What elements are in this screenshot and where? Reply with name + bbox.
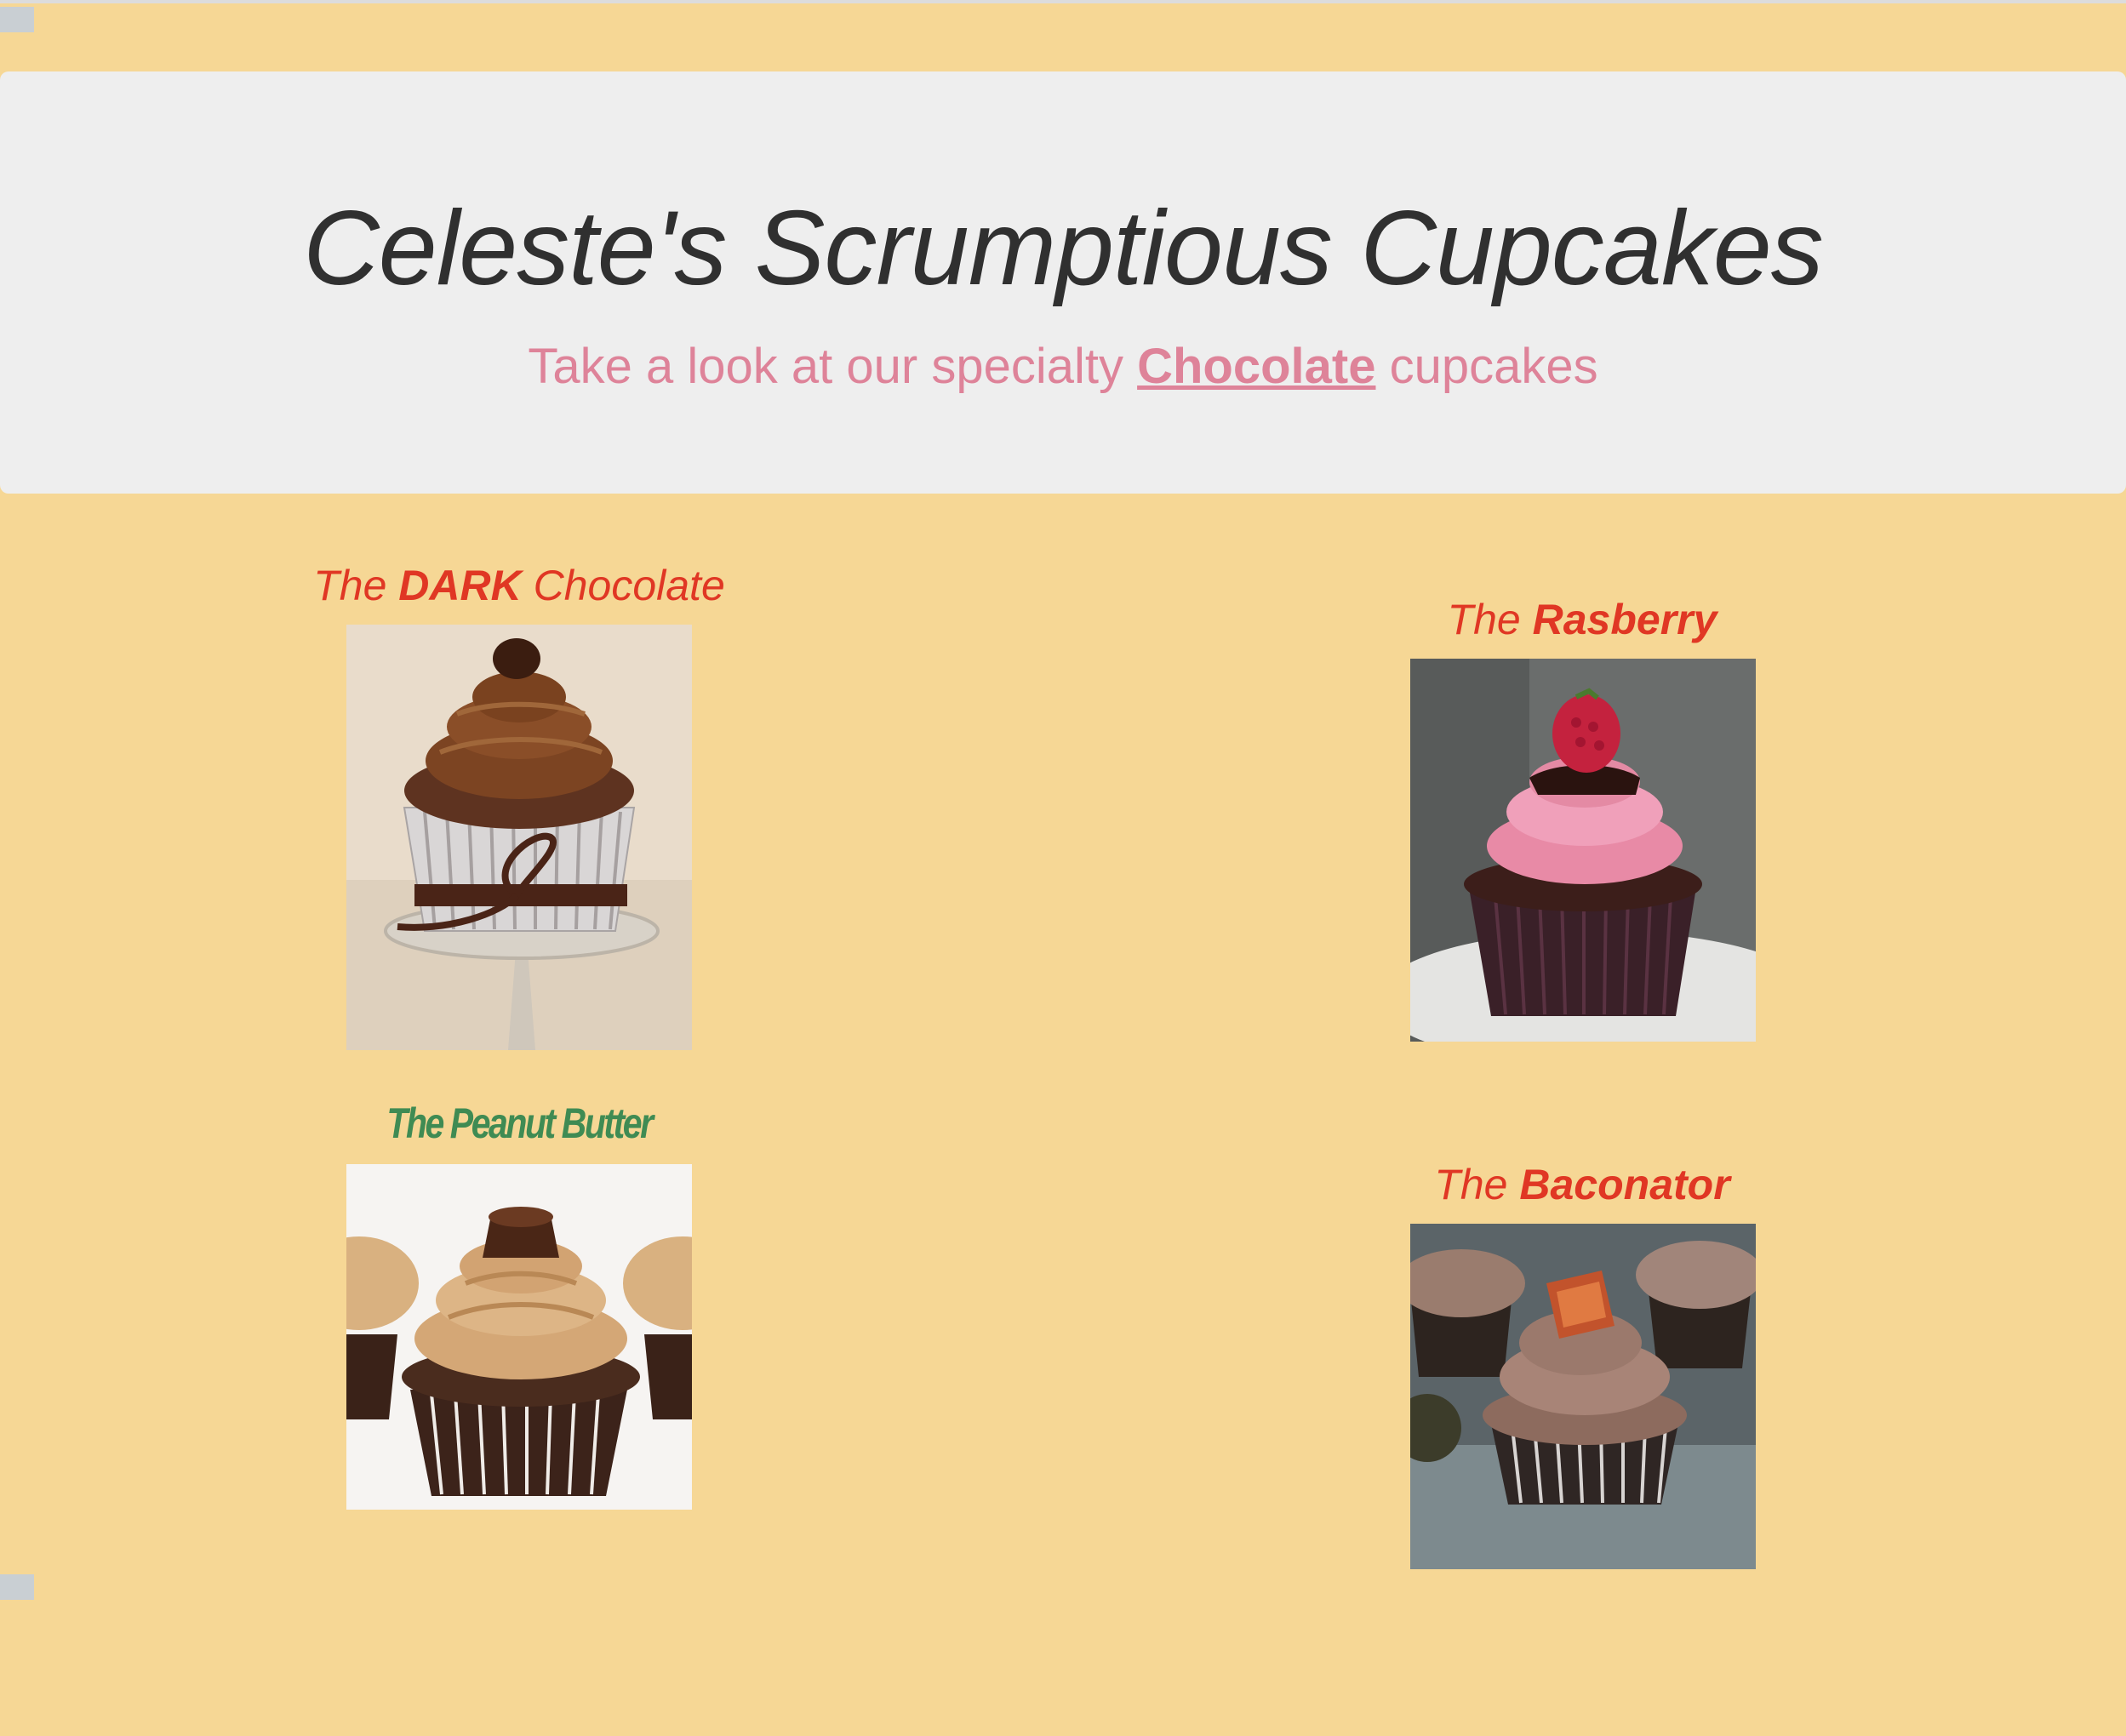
dark-chocolate-cupcake-photo [346,625,692,1050]
cupcake-title-peanut-butter: The Peanut Butter [386,1099,654,1147]
cupcake-title-dark-chocolate: The DARK Chocolate [313,562,725,609]
baconator-cupcake-photo [1410,1224,1756,1569]
edge-marker-top [0,7,34,32]
top-browser-strip [0,0,2126,3]
tagline: Take a look at our specialty Chocolate c… [0,337,2126,397]
cupcake-title-baconator: The Baconator [1434,1161,1730,1208]
edge-marker-bottom [0,1574,34,1600]
tagline-text-before: Take a look at our specialty [528,339,1138,394]
tagline-text-after: cupcakes [1375,339,1598,394]
cupcake-title-rasberry: The Rasberry [1447,596,1717,643]
peanut-butter-cupcake-photo [346,1164,692,1510]
chocolate-link[interactable]: Chocolate [1137,339,1375,394]
site-title: Celeste's Scrumptious Cupcakes [303,190,1824,307]
raspberry-cupcake-photo [1410,659,1756,1042]
